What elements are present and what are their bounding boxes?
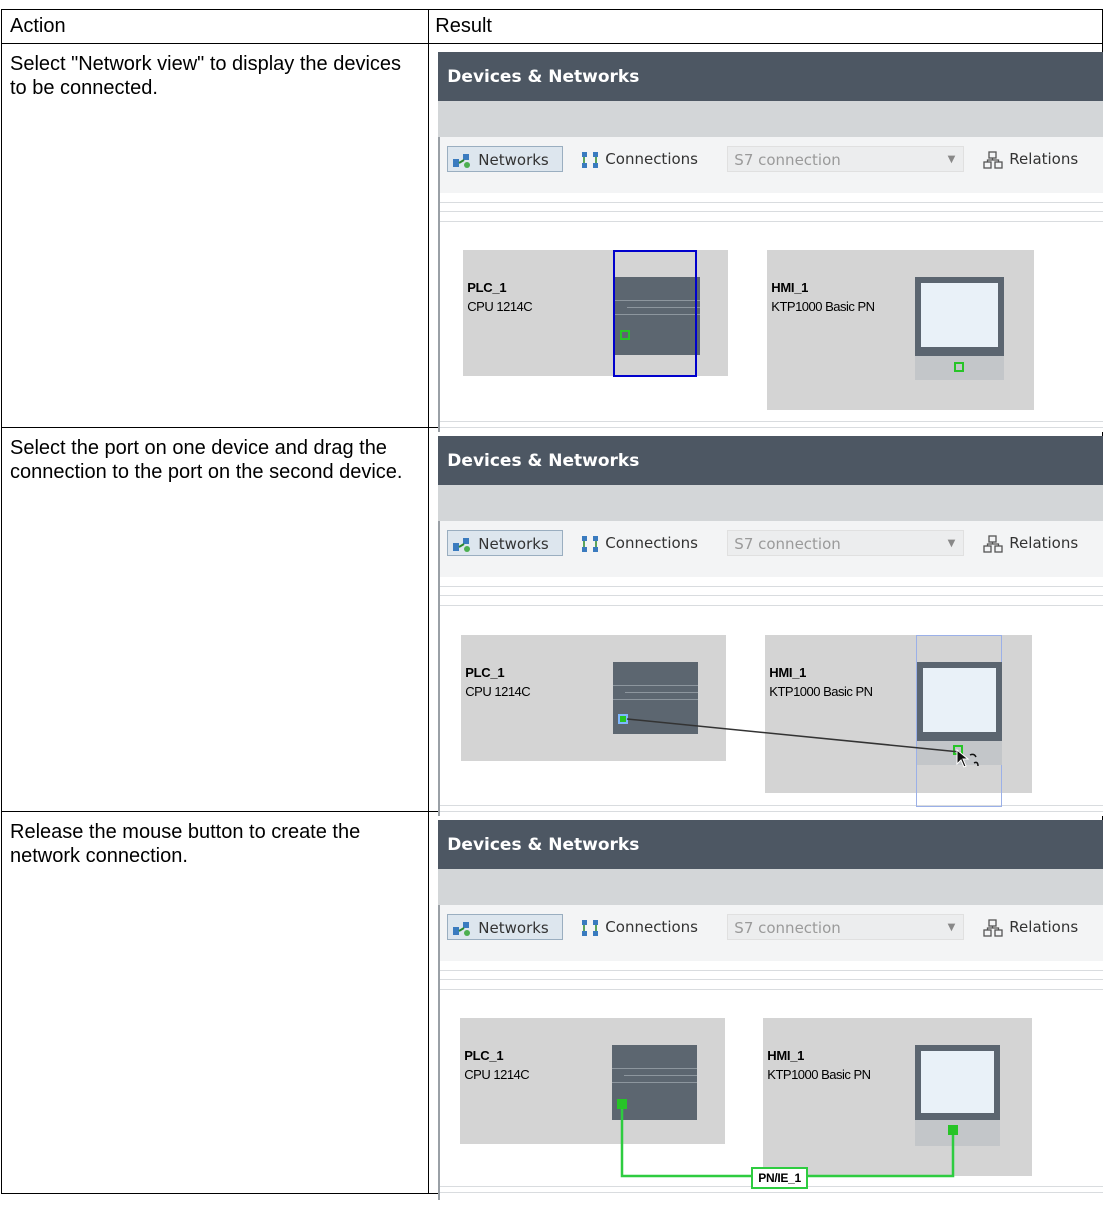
network-canvas[interactable]: PLC_1 CPU 1214C HMI_1 KTP1000 Basic PN	[438, 577, 1103, 816]
editor-tab-strip	[438, 485, 1103, 521]
header-result: Result	[428, 9, 1103, 44]
connections-button[interactable]: Connections	[581, 530, 698, 556]
step-3-action: Release the mouse button to create the n…	[0, 811, 430, 1194]
connections-label: Connections	[605, 534, 698, 552]
header-action: Action	[0, 9, 430, 44]
hmi-panel	[915, 277, 1005, 356]
connected-screenshot: Devices & Networks Networks Connections …	[438, 820, 1103, 1200]
relations-icon	[983, 534, 1003, 553]
connection-type-value: S7 connection	[734, 919, 841, 937]
connection-type-value: S7 connection	[734, 151, 841, 169]
editor-title-bar: Devices & Networks	[438, 52, 1103, 101]
relations-icon	[983, 918, 1003, 937]
connection-type-value: S7 connection	[734, 535, 841, 553]
cursor-connect-icon	[956, 749, 980, 768]
instruction-table: Action Result Select "Network view" to d…	[0, 9, 1103, 1200]
relations-button[interactable]: Relations	[983, 146, 1078, 172]
connection-type-dropdown[interactable]: S7 connection ▼	[727, 146, 965, 172]
relations-label: Relations	[1009, 534, 1079, 552]
plc-port-icon[interactable]	[620, 330, 631, 340]
network-label-badge[interactable]: PN/IE_1	[751, 1167, 808, 1189]
plc-selection-frame	[613, 250, 698, 377]
networks-button[interactable]: Networks	[447, 146, 564, 172]
connections-icon	[582, 151, 599, 168]
step-2-result: Devices & Networks Networks Connections …	[428, 427, 1103, 816]
networks-label: Networks	[478, 535, 549, 553]
relations-label: Relations	[1009, 150, 1079, 168]
step-2-action: Select the port on one device and drag t…	[0, 427, 430, 812]
editor-tab-strip	[438, 101, 1103, 137]
editor-title: Devices & Networks	[447, 835, 640, 855]
editor-tab-strip	[438, 869, 1103, 905]
plc-name: PLC_1	[467, 280, 507, 295]
hmi-device[interactable]: HMI_1 KTP1000 Basic PN	[767, 250, 1035, 410]
network-canvas[interactable]: PLC_1 CPU 1214C HMI_1 KTP1000 Basic PN	[438, 193, 1103, 432]
networks-icon	[453, 537, 471, 552]
network-line	[621, 1109, 955, 1178]
drag-line	[627, 718, 961, 753]
step-1-action: Select "Network view" to display the dev…	[0, 43, 430, 428]
dropdown-arrow-icon: ▼	[947, 922, 956, 933]
relations-button[interactable]: Relations	[983, 530, 1078, 556]
dropdown-arrow-icon: ▼	[947, 538, 956, 549]
connection-type-dropdown[interactable]: S7 connection ▼	[727, 914, 965, 940]
hmi-type: KTP1000 Basic PN	[771, 299, 875, 314]
connections-icon	[582, 535, 599, 552]
networks-label: Networks	[478, 919, 549, 937]
hmi-port-icon[interactable]	[954, 362, 965, 372]
network-view-screenshot: Devices & Networks Networks Connections …	[438, 52, 1103, 432]
connection-type-dropdown[interactable]: S7 connection ▼	[727, 530, 965, 556]
step-3-result: Devices & Networks Networks Connections …	[428, 811, 1103, 1200]
connections-label: Connections	[605, 150, 698, 168]
network-toolbar: Networks Connections S7 connection ▼ Rela…	[438, 521, 1103, 577]
relations-icon	[983, 150, 1003, 169]
network-canvas[interactable]: PLC_1 CPU 1214C HMI_1 KTP1000 Basic PN	[438, 961, 1103, 1200]
plc-device[interactable]: PLC_1 CPU 1214C	[463, 250, 729, 377]
networks-icon	[453, 921, 471, 936]
networks-label: Networks	[478, 151, 549, 169]
editor-title: Devices & Networks	[447, 67, 640, 87]
hmi-name: HMI_1	[771, 280, 809, 295]
network-toolbar: Networks Connections S7 connection ▼ Rela…	[438, 905, 1103, 961]
networks-icon	[453, 153, 471, 168]
editor-title-bar: Devices & Networks	[438, 820, 1103, 869]
networks-button[interactable]: Networks	[447, 530, 564, 556]
connections-button[interactable]: Connections	[581, 146, 698, 172]
step-1-result: Devices & Networks Networks Connections …	[428, 43, 1103, 432]
connections-button[interactable]: Connections	[581, 914, 698, 940]
editor-title-bar: Devices & Networks	[438, 436, 1103, 485]
relations-label: Relations	[1009, 918, 1079, 936]
networks-button[interactable]: Networks	[447, 914, 564, 940]
relations-button[interactable]: Relations	[983, 914, 1078, 940]
connections-label: Connections	[605, 918, 698, 936]
dropdown-arrow-icon: ▼	[947, 154, 956, 165]
network-toolbar: Networks Connections S7 connection ▼ Rela…	[438, 137, 1103, 193]
plc-type: CPU 1214C	[467, 299, 533, 314]
drag-connection-screenshot: Devices & Networks Networks Connections …	[438, 436, 1103, 816]
editor-title: Devices & Networks	[447, 451, 640, 471]
connections-icon	[582, 919, 599, 936]
